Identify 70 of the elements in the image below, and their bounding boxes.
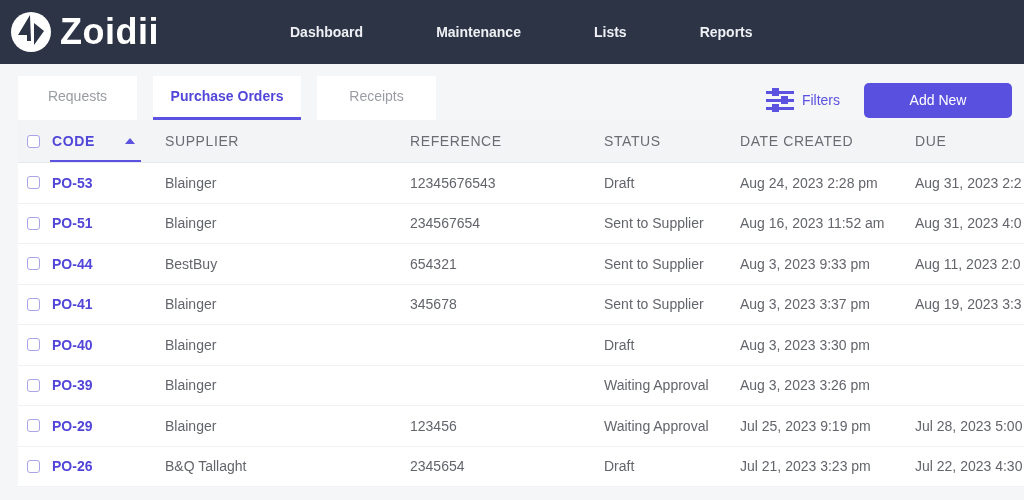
table-cell: 234567654: [410, 215, 481, 232]
checkbox[interactable]: [27, 134, 40, 148]
table-cell: Aug 3, 2023 9:33 pm: [740, 255, 870, 272]
table-cell: 2345654: [410, 458, 465, 475]
order-code-link[interactable]: PO-29: [52, 417, 93, 434]
order-code-link[interactable]: PO-51: [52, 215, 93, 232]
table-cell: Aug 16, 2023 11:52 am: [740, 215, 885, 232]
table-cell: Waiting Approval: [604, 377, 709, 394]
table-cell: Aug 31, 2023 4:0: [915, 215, 1022, 232]
checkbox[interactable]: [27, 176, 40, 190]
table-cell: Blainger: [165, 296, 217, 313]
column-header[interactable]: SUPPLIER: [165, 133, 240, 149]
table-cell: Blainger: [165, 174, 217, 191]
table-cell: Jul 22, 2023 4:30: [915, 458, 1023, 475]
table-cell: Aug 3, 2023 3:37 pm: [740, 296, 870, 313]
logo-icon: [10, 11, 52, 53]
table-cell: BestBuy: [165, 255, 218, 272]
nav-link[interactable]: Reports: [699, 24, 753, 40]
table-cell: Sent to Supplier: [604, 255, 704, 272]
checkbox[interactable]: [27, 257, 40, 271]
order-code-link[interactable]: PO-39: [52, 377, 93, 394]
checkbox[interactable]: [27, 378, 40, 392]
checkbox[interactable]: [27, 419, 40, 433]
add-new-button[interactable]: Add New: [864, 82, 1012, 118]
brand-name: Zoidii: [60, 11, 159, 53]
table-cell: 123456: [410, 417, 457, 434]
checkbox[interactable]: [27, 297, 40, 311]
table-cell: Draft: [604, 174, 635, 191]
checkbox[interactable]: [27, 216, 40, 230]
table-cell: Sent to Supplier: [604, 215, 704, 232]
checkbox[interactable]: [27, 338, 40, 352]
nav-link[interactable]: Lists: [593, 24, 627, 40]
column-header[interactable]: DUE: [915, 133, 947, 149]
table-cell: Aug 19, 2023 3:3: [915, 296, 1022, 313]
column-header[interactable]: DATE CREATED: [740, 133, 854, 149]
table-cell: Aug 24, 2023 2:28 pm: [740, 174, 878, 191]
table-cell: 654321: [410, 255, 457, 272]
nav-link[interactable]: Maintenance: [436, 24, 521, 40]
table-cell: Blainger: [165, 336, 217, 353]
table-cell: Blainger: [165, 215, 217, 232]
sort-ascending-icon: [124, 138, 135, 144]
table-cell: Draft: [604, 458, 635, 475]
order-code-link[interactable]: PO-40: [52, 336, 93, 353]
table-cell: Aug 3, 2023 3:30 pm: [740, 336, 870, 353]
table-cell: 12345676543: [410, 174, 496, 191]
filters-button[interactable]: Filters: [759, 84, 846, 116]
table-cell: Jul 25, 2023 9:19 pm: [740, 417, 871, 434]
order-code-link[interactable]: PO-53: [52, 174, 93, 191]
nav-link[interactable]: Dashboard: [290, 24, 364, 40]
column-header[interactable]: CODE: [52, 133, 95, 149]
checkbox[interactable]: [27, 459, 40, 473]
sliders-icon: [765, 88, 794, 112]
table-cell: Blainger: [165, 377, 217, 394]
order-code-link[interactable]: PO-44: [52, 255, 93, 272]
table-cell: Jul 28, 2023 5:00: [915, 417, 1023, 434]
table-cell: B&Q Tallaght: [165, 458, 247, 475]
table-cell: Jul 21, 2023 3:23 pm: [740, 458, 871, 475]
column-header[interactable]: STATUS: [604, 133, 661, 149]
order-code-link[interactable]: PO-26: [52, 458, 93, 475]
table-cell: Waiting Approval: [604, 417, 709, 434]
table-cell: Aug 3, 2023 3:26 pm: [740, 377, 870, 394]
table-cell: Aug 11, 2023 2:0: [915, 255, 1021, 272]
table-cell: 345678: [410, 296, 457, 313]
order-code-link[interactable]: PO-41: [52, 296, 93, 313]
tab[interactable]: Purchase Orders: [153, 76, 301, 120]
table-cell: Aug 31, 2023 2:2: [915, 174, 1022, 191]
table-cell: Blainger: [165, 417, 217, 434]
column-header[interactable]: REFERENCE: [410, 133, 502, 149]
table-cell: Sent to Supplier: [604, 296, 704, 313]
table-cell: Draft: [604, 336, 635, 353]
